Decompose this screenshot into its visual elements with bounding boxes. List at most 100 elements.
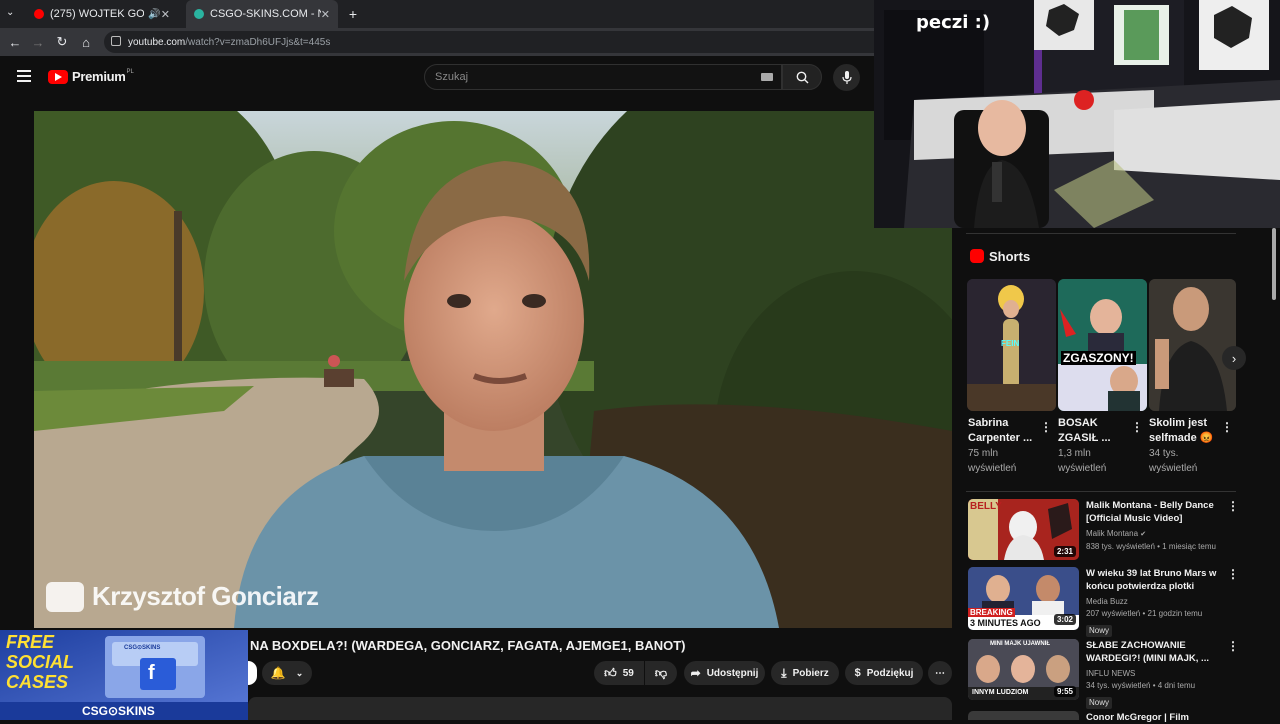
short-views: 75 mln [968, 448, 999, 459]
chevron-right-icon[interactable]: › [1222, 346, 1246, 370]
tab-search-chevron-icon[interactable]: ⌄ [6, 7, 14, 18]
video-meta: 34 tys. wyświetleń • 4 dni temu [1086, 681, 1196, 690]
short-views: 34 tys. [1149, 448, 1179, 459]
short-info[interactable]: Sabrina Carpenter ... 75 mln wyświetleń [968, 416, 1032, 476]
channel-watermark: Krzysztof Gonciarz [46, 581, 319, 612]
more-horizontal-icon: ⋯ [935, 667, 945, 679]
new-badge: Nowy [1086, 697, 1113, 709]
download-icon: ⤓ [781, 665, 787, 680]
search-input[interactable]: Szukaj [424, 64, 782, 90]
like-button[interactable]: 👍︎ 59 [594, 661, 644, 685]
video-thumbnail[interactable]: BELLY 2:31 [968, 499, 1079, 560]
video-title: W wieku 39 lat Bruno Mars w [1086, 568, 1217, 579]
hamburger-menu-icon[interactable] [17, 70, 31, 82]
short-info[interactable]: Skolim jest selfmade 😡 34 tys. wyświetle… [1149, 416, 1213, 476]
video-thumbnail[interactable]: MINI MAJK UJAWNIŁ INNYM LUDZIOM 9:55 [968, 639, 1079, 700]
close-icon[interactable]: ✕ [321, 8, 330, 21]
video-duration: 9:55 [1053, 686, 1076, 697]
video-title: WARDEGI?! (MINI MAJK, ... [1086, 653, 1209, 664]
ad-brand: CSG⊙SKINS [82, 704, 155, 718]
youtube-premium-logo[interactable]: Premium PL [48, 69, 134, 84]
short-thumbnail-text: ZGASZONY! [1061, 351, 1136, 365]
short-info[interactable]: BOSAK ZGASIŁ ... 1,3 mln wyświetleń [1058, 416, 1111, 476]
reload-icon[interactable]: ↻ [51, 28, 73, 56]
search-button[interactable] [782, 64, 822, 90]
keyboard-icon[interactable] [761, 73, 773, 81]
chest-label: CSG⊙SKINS [124, 645, 161, 651]
ad-line: SOCIAL [6, 652, 75, 672]
short-views: wyświetleń [968, 463, 1017, 474]
video-frame-scene [34, 111, 952, 628]
youtube-play-logo-icon [48, 69, 68, 84]
close-icon[interactable]: ✕ [161, 8, 170, 21]
short-title: BOSAK [1058, 417, 1098, 429]
tab-youtube[interactable]: (275) WOJTEK GOLA "WYSP 🔊 ✕ [26, 0, 178, 28]
home-icon[interactable]: ⌂ [75, 28, 97, 56]
voice-search-button[interactable] [833, 64, 860, 91]
short-thumbnail-image [1058, 279, 1147, 411]
short-views: 1,3 mln [1058, 448, 1091, 459]
site-info-icon[interactable] [111, 36, 121, 46]
video-player[interactable]: Krzysztof Gonciarz [34, 111, 952, 628]
thumbs-down-icon: 👎︎ [654, 665, 668, 680]
video-thumbnail[interactable]: BREAKING 3 MINUTES AGO 3:02 [968, 567, 1079, 630]
new-badge: Nowy [1086, 625, 1113, 637]
more-vertical-icon[interactable]: ⋮ [1131, 420, 1143, 434]
video-info[interactable]: W wieku 39 lat Bruno Mars w końcu potwie… [1086, 567, 1221, 638]
more-vertical-icon[interactable]: ⋮ [1221, 420, 1233, 434]
new-tab-plus-icon[interactable]: + [344, 5, 362, 23]
webcam-overlay: peczi :) [874, 0, 1280, 228]
video-meta: 838 tys. wyświetleń • 1 miesiąc temu [1086, 542, 1216, 551]
download-button[interactable]: ⤓ Pobierz [771, 661, 839, 685]
webcam-scene [874, 0, 1280, 228]
short-thumbnail[interactable]: ZGASZONY! [1058, 279, 1147, 411]
notification-bell-button[interactable]: 🔔 ⌄ [262, 661, 312, 685]
thanks-button[interactable]: $ Podziękuj [845, 661, 923, 685]
short-title: Carpenter ... [968, 432, 1033, 444]
video-meta: 207 wyświetleń • 21 godzin temu [1086, 609, 1203, 618]
short-thumbnail-text: FEIN [1001, 339, 1020, 348]
chevron-down-icon: ⌄ [295, 667, 304, 678]
more-vertical-icon[interactable]: ⋮ [1227, 499, 1239, 513]
short-title: Sabrina [968, 417, 1009, 429]
back-arrow-icon[interactable]: ← [4, 28, 26, 56]
short-thumbnail[interactable]: FEIN [967, 279, 1056, 411]
ad-line: FREE [6, 632, 55, 652]
short-views: wyświetleń [1149, 463, 1198, 474]
tab-csgo-skins[interactable]: CSGO-SKINS.COM - Najlepsze ✕ [186, 0, 338, 28]
video-title[interactable]: Conor McGregor | Film [1086, 711, 1189, 724]
camera-icon [46, 581, 84, 612]
microphone-icon [841, 71, 852, 84]
short-title: Skolim jest [1149, 417, 1208, 429]
webcam-caption: peczi :) [916, 12, 991, 33]
description-box[interactable] [248, 697, 952, 720]
share-button[interactable]: ➦ Udostępnij [684, 661, 765, 685]
csgo-skins-ad[interactable]: FREE SOCIAL CASES f CSG⊙SKINS CSG⊙SKINS [0, 630, 248, 720]
more-vertical-icon[interactable]: ⋮ [1227, 639, 1239, 653]
channel-name: Media Buzz [1086, 597, 1128, 606]
speaker-icon[interactable]: 🔊 [148, 9, 160, 20]
subscribe-button[interactable] [248, 661, 257, 685]
divider [966, 233, 1236, 234]
short-title: ZGASIŁ ... [1058, 432, 1111, 444]
url-bar[interactable]: youtube.com/watch?v=zmaDh6UFJjs&t=445s [104, 31, 904, 53]
tab-label: (275) WOJTEK GOLA "WYSP [50, 8, 145, 20]
scrollbar-thumb[interactable] [1272, 228, 1276, 300]
download-label: Pobierz [792, 667, 829, 679]
more-vertical-icon[interactable]: ⋮ [1040, 420, 1052, 434]
forward-arrow-icon[interactable]: → [27, 28, 49, 56]
video-info[interactable]: SŁABE ZACHOWANIE WARDEGI?! (MINI MAJK, .… [1086, 639, 1221, 710]
url-path: /watch?v=zmaDh6UFJjs&t=445s [185, 36, 331, 48]
video-thumbnail[interactable] [968, 711, 1079, 720]
tab-label: CSGO-SKINS.COM - Najlepsze [210, 8, 321, 20]
more-vertical-icon[interactable]: ⋮ [1227, 567, 1239, 581]
search-placeholder: Szukaj [435, 71, 469, 83]
more-actions-button[interactable]: ⋯ [928, 661, 952, 685]
channel-name: Malik Montana [1086, 529, 1139, 538]
video-thumbnail-text: INNYM LUDZIOM [972, 689, 1029, 696]
dislike-button[interactable]: 👎︎ [645, 661, 677, 685]
video-info[interactable]: Malik Montana - Belly Dance [Official Mu… [1086, 499, 1221, 553]
search-icon [796, 71, 808, 83]
short-thumbnail[interactable] [1149, 279, 1236, 411]
short-title: selfmade 😡 [1149, 432, 1214, 444]
